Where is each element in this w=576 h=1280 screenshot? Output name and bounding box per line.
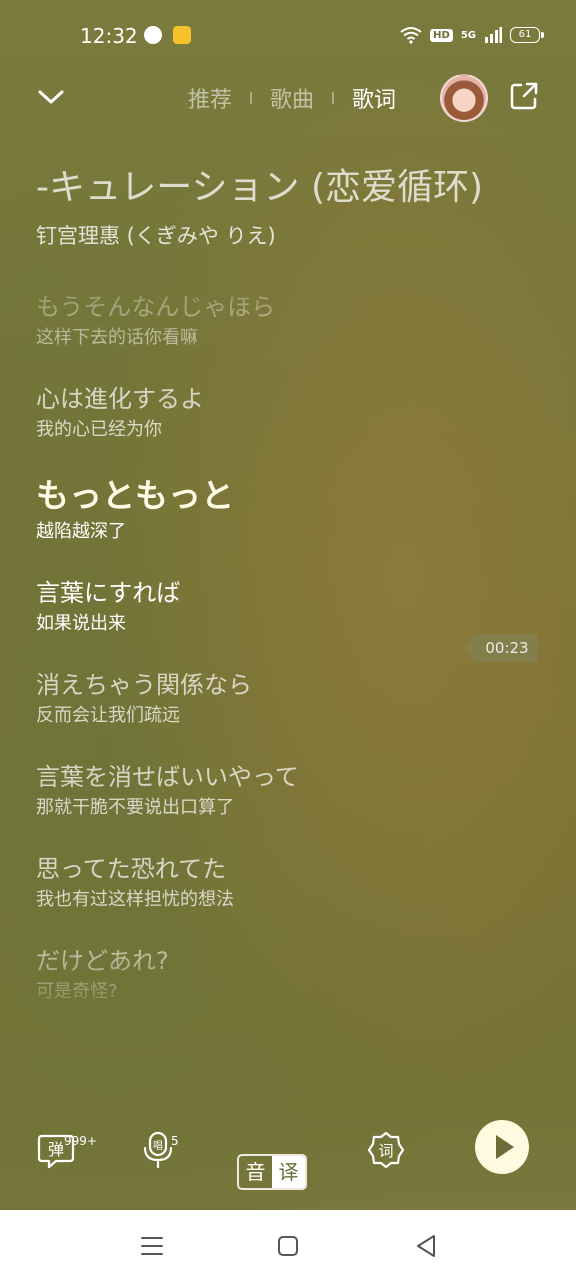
- lyric-translation: 这样下去的话你看嘛: [36, 327, 198, 348]
- song-title: -キュレーション (恋爱循环): [36, 167, 484, 208]
- tab-divider: [250, 92, 253, 104]
- player-header: 推荐 歌曲 歌词: [0, 70, 576, 126]
- lyric-original: 言葉を消せばいいやって: [36, 763, 299, 791]
- network-type: 5G: [460, 29, 476, 41]
- menu-icon[interactable]: [138, 1232, 166, 1260]
- lyric-line[interactable]: 思ってた恐れてた 我也有过这样担忧的想法: [36, 852, 506, 914]
- lyric-translation: 反而会让我们疏远: [36, 705, 180, 726]
- system-indicators: HD 5G 61: [400, 26, 544, 44]
- back-icon[interactable]: [412, 1232, 440, 1260]
- toggle-translation[interactable]: 译: [272, 1156, 305, 1188]
- status-time: 12:32: [80, 24, 138, 48]
- lyric-translation: 我也有过这样担忧的想法: [36, 889, 234, 910]
- lyric-translation: 我的心已经为你: [36, 419, 162, 440]
- wifi-icon: [400, 27, 422, 44]
- lyrics-list[interactable]: もうそんなんじゃほら 这样下去的话你看嘛 心は進化するよ 我的心已经为你 もっと…: [36, 290, 506, 1020]
- lyric-line[interactable]: 心は進化するよ 我的心已经为你: [36, 382, 506, 444]
- signal-icon: [485, 27, 502, 43]
- lyric-original: もうそんなんじゃほら: [36, 293, 276, 321]
- artist-name[interactable]: 钉宫理惠 (くぎみや りえ): [36, 220, 276, 250]
- lyric-original: 言葉にすれば: [36, 579, 181, 607]
- sing-label: 唱: [153, 1140, 163, 1152]
- lyric-translation: 那就干脆不要说出口算了: [36, 797, 234, 818]
- avatar[interactable]: [440, 74, 488, 122]
- lyric-original: 心は進化するよ: [36, 385, 204, 413]
- tab-lyrics[interactable]: 歌词: [352, 82, 396, 114]
- lyric-line[interactable]: もうそんなんじゃほら 这样下去的话你看嘛: [36, 290, 506, 352]
- lyric-translation: 越陷越深了: [36, 521, 126, 542]
- hd-icon: HD: [430, 28, 453, 42]
- lyric-original: 思ってた恐れてた: [36, 855, 227, 883]
- lyric-line[interactable]: 消えちゃう関係なら 反而会让我们疏远: [36, 668, 506, 730]
- translation-toggle[interactable]: 音 译: [237, 1154, 307, 1190]
- chevron-down-icon[interactable]: [36, 82, 66, 112]
- lyric-line-next[interactable]: 言葉にすれば 如果说出来: [36, 576, 506, 638]
- tab-recommend[interactable]: 推荐: [188, 82, 232, 114]
- lyric-translation: 如果说出来: [36, 613, 126, 634]
- tab-divider: [332, 92, 335, 104]
- lyrics-style-icon[interactable]: 词: [366, 1130, 406, 1170]
- battery-icon: 61: [510, 27, 544, 43]
- weibo-notification-icon: [173, 26, 191, 44]
- tab-song[interactable]: 歌曲: [270, 82, 314, 114]
- share-icon[interactable]: [508, 80, 540, 112]
- danmaku-count: 999+: [64, 1134, 97, 1148]
- toggle-original[interactable]: 音: [239, 1156, 272, 1188]
- lyric-line-current[interactable]: もっともっと 越陷越深了: [36, 474, 506, 546]
- system-navigation-bar: [0, 1210, 576, 1280]
- seek-time-badge[interactable]: 00:23: [464, 634, 538, 662]
- home-icon[interactable]: [274, 1232, 302, 1260]
- lyric-line[interactable]: だけどあれ? 可是奇怪?: [36, 944, 506, 1006]
- lyric-original: 消えちゃう関係なら: [36, 671, 252, 699]
- lyric-line[interactable]: 言葉を消せばいいやって 那就干脆不要说出口算了: [36, 760, 506, 822]
- status-bar: 12:32 HD 5G 61: [0, 0, 576, 70]
- sing-count: 5: [171, 1134, 179, 1148]
- lyric-original: もっともっと: [36, 476, 234, 515]
- play-button[interactable]: [475, 1120, 529, 1174]
- lyric-original: だけどあれ?: [36, 947, 169, 975]
- lyrics-style-label: 词: [378, 1142, 393, 1160]
- app-notification-icon: [144, 26, 162, 44]
- player-tabs: 推荐 歌曲 歌词: [188, 82, 396, 114]
- danmaku-label: 弹: [48, 1140, 64, 1159]
- lyric-translation: 可是奇怪?: [36, 981, 118, 1002]
